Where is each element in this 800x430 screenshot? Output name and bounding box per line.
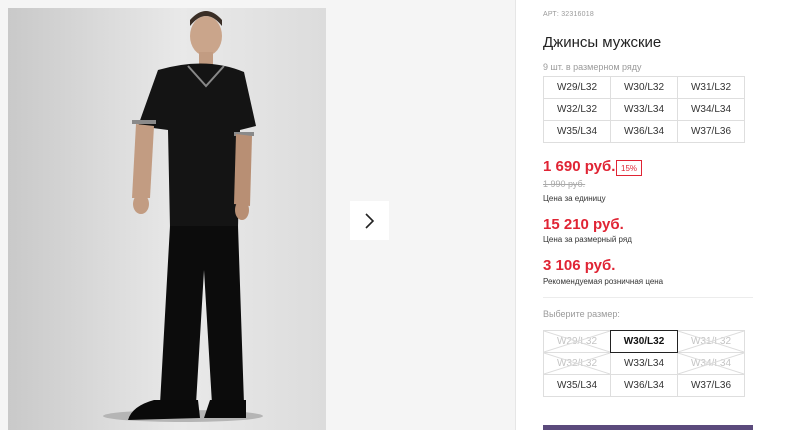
pack-size-cell: W37/L36 bbox=[677, 120, 745, 143]
size-option: W32/L32 bbox=[543, 352, 611, 375]
size-option: W34/L34 bbox=[677, 352, 745, 375]
product-photo[interactable] bbox=[8, 8, 326, 430]
rrp-price-label: Рекомендуемая розничная цена bbox=[543, 277, 664, 286]
product-title: Джинсы мужские bbox=[543, 34, 662, 51]
unavailable-cross-icon bbox=[544, 353, 610, 374]
size-option[interactable]: W33/L34 bbox=[610, 352, 678, 375]
pack-size-cell: W34/L34 bbox=[677, 98, 745, 121]
size-option-label: W33/L34 bbox=[623, 358, 665, 369]
pack-note: 9 шт. в размерном ряду bbox=[543, 62, 642, 72]
size-option[interactable]: W36/L34 bbox=[610, 374, 678, 397]
size-option[interactable]: W37/L36 bbox=[677, 374, 745, 397]
panel-divider bbox=[515, 0, 516, 430]
pack-size-grid: W29/L32 W30/L32 W31/L32 W32/L32 W33/L34 … bbox=[543, 76, 746, 143]
add-to-cart-button[interactable] bbox=[543, 425, 753, 430]
pack-size-cell: W32/L32 bbox=[543, 98, 611, 121]
size-option[interactable]: W30/L32 bbox=[610, 330, 678, 353]
size-option: W29/L32 bbox=[543, 330, 611, 353]
pack-price-label: Цена за размерный ряд bbox=[543, 235, 632, 244]
discount-badge: 15% bbox=[616, 160, 643, 176]
pack-size-cell: W33/L34 bbox=[610, 98, 678, 121]
size-option-label: W36/L34 bbox=[623, 380, 665, 391]
unavailable-cross-icon bbox=[544, 331, 610, 352]
size-option[interactable]: W35/L34 bbox=[543, 374, 611, 397]
choose-size-label: Выберите размер: bbox=[543, 309, 620, 319]
size-selector: W29/L32 W30/L32 W31/L32 W32/L32 W33/L34 W34/L… bbox=[543, 330, 746, 397]
size-option-label: W35/L34 bbox=[556, 380, 598, 391]
unit-price: 1 690 руб. bbox=[543, 158, 616, 175]
unavailable-cross-icon bbox=[678, 331, 744, 352]
unit-price-label: Цена за единицу bbox=[543, 194, 606, 203]
size-option: W31/L32 bbox=[677, 330, 745, 353]
product-gallery bbox=[0, 0, 515, 430]
pack-size-cell: W29/L32 bbox=[543, 76, 611, 99]
pack-size-cell: W31/L32 bbox=[677, 76, 745, 99]
old-price: 1 990 руб. bbox=[543, 179, 586, 189]
section-divider bbox=[543, 297, 753, 298]
size-option-label: W30/L32 bbox=[623, 336, 665, 347]
pack-size-cell: W36/L34 bbox=[610, 120, 678, 143]
chevron-right-icon bbox=[364, 212, 374, 229]
article-number: АРТ: 32316018 bbox=[543, 11, 594, 18]
size-option-label: W37/L36 bbox=[690, 380, 732, 391]
model-illustration bbox=[103, 11, 263, 422]
pack-size-cell: W30/L32 bbox=[610, 76, 678, 99]
pack-size-cell: W35/L34 bbox=[543, 120, 611, 143]
next-image-button[interactable] bbox=[350, 201, 389, 240]
pack-price: 15 210 руб. bbox=[543, 216, 624, 233]
unavailable-cross-icon bbox=[678, 353, 744, 374]
rrp-price: 3 106 руб. bbox=[543, 257, 616, 274]
